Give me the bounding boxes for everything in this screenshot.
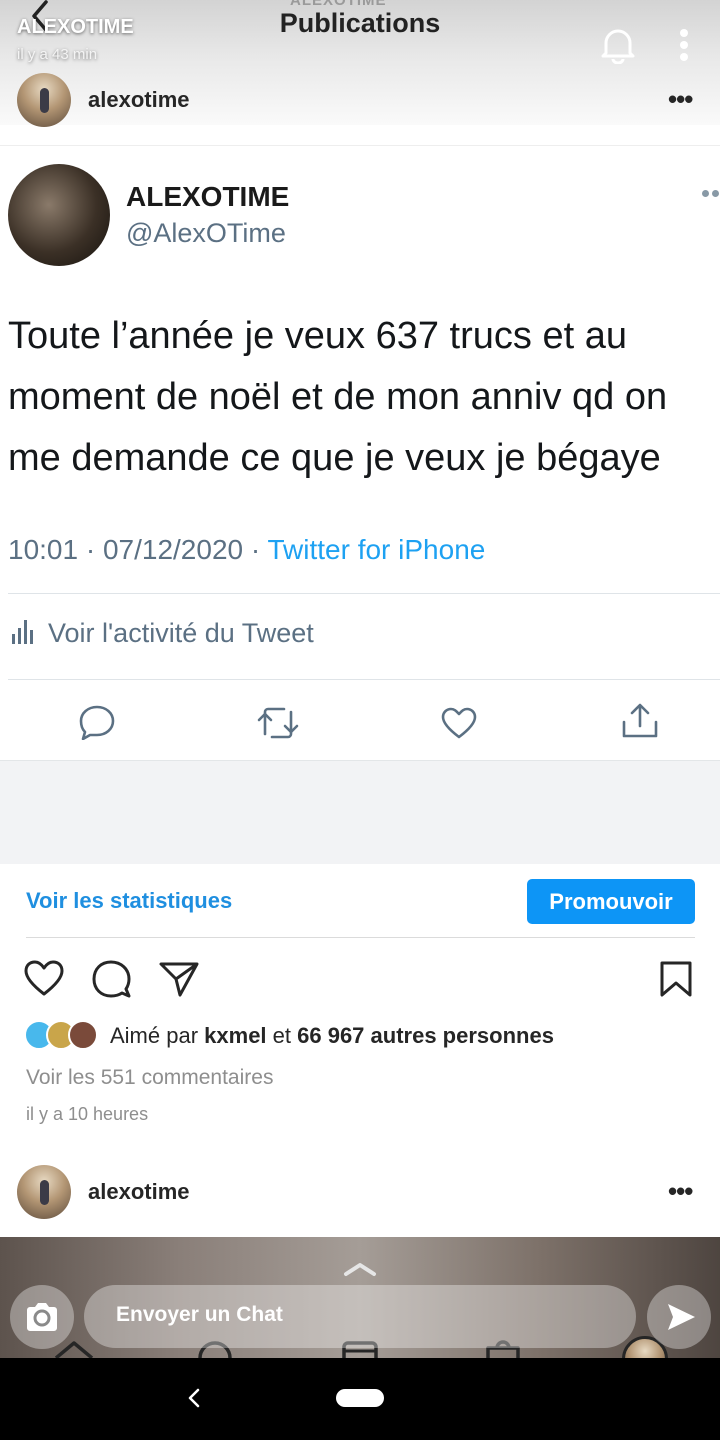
tweet-more-icon	[700, 190, 720, 198]
divider	[8, 679, 720, 680]
heart-outline-icon	[441, 707, 477, 739]
promote-button[interactable]: Promouvoir	[527, 879, 695, 924]
share-icon	[622, 703, 658, 738]
camera-icon	[27, 1303, 57, 1331]
post-avatar[interactable]	[17, 73, 71, 127]
like-icon[interactable]	[23, 959, 65, 997]
divider	[8, 593, 720, 594]
post-more-icon[interactable]: •••	[668, 84, 693, 115]
tweet-timestamp: 10:01 · 07/12/2020 ·	[8, 534, 268, 565]
chevron-up-icon[interactable]	[342, 1260, 378, 1278]
tweet-bottom-band	[0, 760, 720, 864]
tweet-activity: Voir l'activité du Tweet	[12, 618, 314, 649]
likes-count[interactable]: 66 967 autres personnes	[297, 1023, 554, 1048]
direct-send-icon[interactable]	[158, 960, 200, 998]
send-button[interactable]	[647, 1285, 711, 1349]
story-timestamp: il y a 43 min	[17, 46, 98, 63]
comment-icon[interactable]	[91, 959, 131, 999]
likes-summary[interactable]: Aimé par kxmel et 66 967 autres personne…	[110, 1023, 554, 1049]
liker-avatars[interactable]	[24, 1020, 104, 1052]
bell-icon[interactable]	[598, 26, 638, 64]
retweet-icon	[257, 707, 299, 739]
likes-middle: et	[266, 1023, 298, 1048]
liker-avatar	[68, 1020, 98, 1050]
tweet-avatar	[8, 164, 110, 266]
tweet-meta: 10:01 · 07/12/2020 · Twitter for iPhone	[8, 534, 485, 566]
chat-placeholder: Envoyer un Chat	[116, 1303, 283, 1326]
tweet-source: Twitter for iPhone	[267, 534, 486, 565]
divider	[26, 937, 695, 938]
more-vertical-icon[interactable]	[674, 28, 694, 64]
view-stats-link[interactable]: Voir les statistiques	[26, 888, 232, 914]
send-arrow-icon	[668, 1304, 695, 1330]
bookmark-icon[interactable]	[658, 960, 694, 998]
system-back-icon[interactable]	[186, 1388, 202, 1408]
post-timestamp: il y a 10 heures	[26, 1104, 149, 1124]
reply-icon	[79, 705, 115, 740]
next-post-username[interactable]: alexotime	[88, 1179, 190, 1205]
liker-username[interactable]: kxmel	[204, 1023, 266, 1048]
next-post-avatar[interactable]	[17, 1165, 71, 1219]
activity-bars-icon	[12, 620, 34, 644]
story-username: ALEXOTIME	[17, 16, 134, 38]
tweet-name: ALEXOTIME	[126, 181, 290, 212]
view-comments-link[interactable]: Voir les 551 commentaires	[26, 1066, 273, 1090]
system-home-button[interactable]	[336, 1389, 384, 1407]
next-post-more-icon[interactable]: •••	[668, 1176, 693, 1207]
post-username[interactable]: alexotime	[88, 87, 190, 113]
tweet-card: ALEXOTIME @AlexOTime Toute l’année je ve…	[0, 145, 720, 865]
tweet-handle: @AlexOTime	[126, 218, 286, 248]
tweet-text: Toute l’année je veux 637 trucs et au mo…	[8, 315, 668, 479]
likes-prefix: Aimé par	[110, 1023, 205, 1048]
camera-button[interactable]	[10, 1285, 74, 1349]
tweet-activity-label: Voir l'activité du Tweet	[48, 618, 314, 648]
